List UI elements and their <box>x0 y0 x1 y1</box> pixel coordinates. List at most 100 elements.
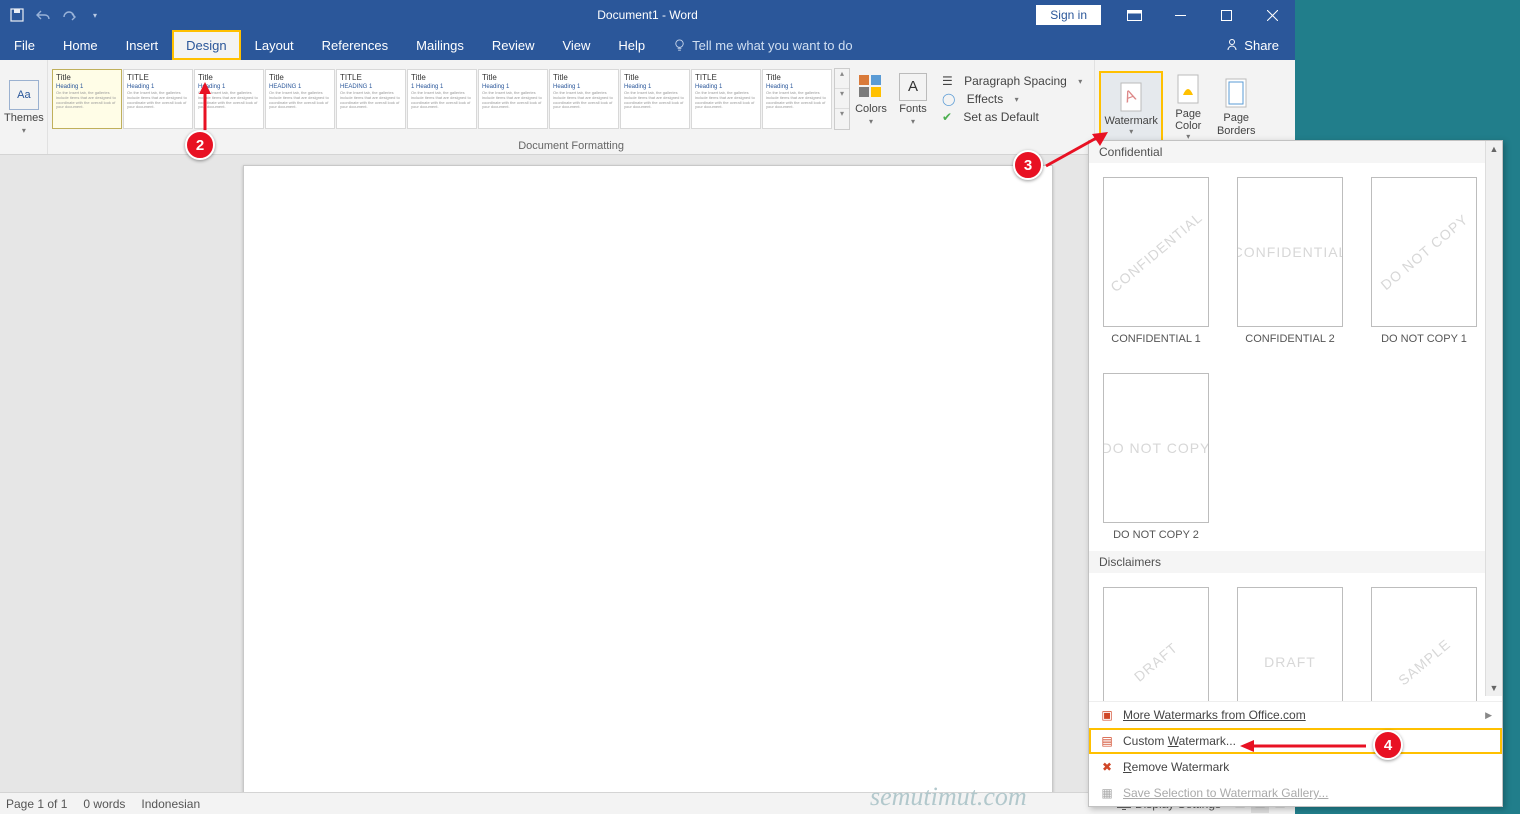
tab-view[interactable]: View <box>548 30 604 60</box>
tab-layout[interactable]: Layout <box>241 30 308 60</box>
arrow-annotation-2 <box>195 82 215 132</box>
themes-icon: Aa <box>9 80 39 110</box>
style-gallery-item[interactable]: TITLEHEADING 1On the Insert tab, the gal… <box>336 69 406 129</box>
tell-me-search[interactable]: Tell me what you want to do <box>659 30 852 60</box>
fonts-label: Fonts <box>899 103 927 115</box>
style-gallery-item[interactable]: TITLEHeading 1On the Insert tab, the gal… <box>691 69 761 129</box>
chevron-down-icon: ▾ <box>869 117 873 126</box>
lightbulb-icon <box>673 39 686 52</box>
share-icon <box>1225 38 1239 52</box>
callout-4: 4 <box>1373 730 1403 760</box>
title-bar: ▾ Document1 - Word Sign in <box>0 0 1295 30</box>
status-language[interactable]: Indonesian <box>141 797 200 811</box>
tab-mailings[interactable]: Mailings <box>402 30 478 60</box>
chevron-down-icon: ▾ <box>1078 77 1082 86</box>
page-borders-icon <box>1223 77 1249 112</box>
colors-button[interactable]: Colors ▾ <box>850 73 892 126</box>
save-selection-icon: ▦ <box>1099 785 1115 801</box>
page-color-label: Page Color <box>1175 108 1201 132</box>
document-title: Document1 - Word <box>597 8 697 22</box>
gallery-more-icon[interactable]: ▾ <box>835 109 849 129</box>
paragraph-spacing-icon: ☰ <box>942 74 953 88</box>
watermark-icon: A <box>1116 79 1146 115</box>
document-formatting-options: ☰ Paragraph Spacing ▾ ◯ Effects ▾ ✔ Set … <box>934 74 1090 124</box>
ribbon-tabs: File Home Insert Design Layout Reference… <box>0 30 1295 60</box>
share-button[interactable]: Share <box>1209 30 1295 60</box>
tab-home[interactable]: Home <box>49 30 112 60</box>
gallery-scroll[interactable]: ▴ ▾ ▾ <box>834 68 850 130</box>
remove-watermark-item[interactable]: ✖ Remove Watermark <box>1089 754 1502 780</box>
checkmark-icon: ✔ <box>942 110 952 124</box>
style-gallery-item[interactable]: TitleHeading 1On the Insert tab, the gal… <box>762 69 832 129</box>
undo-icon[interactable] <box>34 6 52 24</box>
page-borders-label: Page Borders <box>1217 112 1256 136</box>
watermark-gallery-item[interactable]: DO NOT COPYDO NOT COPY 2 <box>1103 373 1209 541</box>
remove-watermark-icon: ✖ <box>1099 759 1115 775</box>
status-page[interactable]: Page 1 of 1 <box>6 797 67 811</box>
effects-button[interactable]: ◯ Effects ▾ <box>942 92 1082 106</box>
section-header-confidential: Confidential <box>1089 141 1502 163</box>
share-label: Share <box>1244 38 1279 53</box>
watermark-gallery-item[interactable]: CONFIDENTIALCONFIDENTIAL 1 <box>1103 177 1209 345</box>
tab-references[interactable]: References <box>308 30 402 60</box>
style-gallery-item[interactable]: Title1 Heading 1On the Insert tab, the g… <box>407 69 477 129</box>
redo-icon[interactable] <box>60 6 78 24</box>
gallery-up-icon[interactable]: ▴ <box>835 69 849 89</box>
arrow-annotation-3 <box>1044 130 1114 170</box>
gallery-down-icon[interactable]: ▾ <box>835 89 849 109</box>
custom-watermark-icon: ▤ <box>1099 733 1115 749</box>
set-default-button[interactable]: ✔ Set as Default <box>942 110 1082 124</box>
quick-access-toolbar: ▾ <box>0 6 112 24</box>
themes-button[interactable]: Aa Themes ▾ <box>4 80 44 135</box>
panel-scrollbar[interactable]: ▲ ▼ <box>1485 141 1502 696</box>
page-color-button[interactable]: Page Color ▾ <box>1165 73 1211 141</box>
arrow-annotation-4 <box>1240 738 1370 754</box>
fonts-button[interactable]: A Fonts ▾ <box>892 73 934 126</box>
colors-icon <box>857 73 885 101</box>
paragraph-spacing-button[interactable]: ☰ Paragraph Spacing ▾ <box>942 74 1082 88</box>
minimize-icon[interactable] <box>1157 0 1203 30</box>
style-gallery-item[interactable]: TitleHeading 1On the Insert tab, the gal… <box>52 69 122 129</box>
watermark-gallery-item[interactable]: DO NOT COPYDO NOT COPY 1 <box>1371 177 1477 345</box>
style-gallery-item[interactable]: TitleHeading 1On the Insert tab, the gal… <box>620 69 690 129</box>
maximize-icon[interactable] <box>1203 0 1249 30</box>
tab-file[interactable]: File <box>0 30 49 60</box>
style-gallery-item[interactable]: TitleHEADING 1On the Insert tab, the gal… <box>265 69 335 129</box>
page-color-icon <box>1175 73 1201 108</box>
more-watermarks-item[interactable]: ▣ More Watermarks from Office.com ▶ <box>1089 702 1502 728</box>
style-gallery-item[interactable]: TitleHeading 1On the Insert tab, the gal… <box>478 69 548 129</box>
document-page[interactable] <box>243 165 1053 792</box>
scroll-down-icon[interactable]: ▼ <box>1486 680 1502 696</box>
chevron-down-icon: ▾ <box>1129 127 1133 136</box>
chevron-down-icon: ▾ <box>22 126 26 135</box>
callout-2: 2 <box>185 130 215 160</box>
style-gallery-item[interactable]: TitleHeading 1On the Insert tab, the gal… <box>549 69 619 129</box>
office-icon: ▣ <box>1099 707 1115 723</box>
style-gallery[interactable]: TitleHeading 1On the Insert tab, the gal… <box>52 69 832 129</box>
tab-help[interactable]: Help <box>604 30 659 60</box>
save-icon[interactable] <box>8 6 26 24</box>
ribbon-display-icon[interactable] <box>1111 0 1157 30</box>
themes-label: Themes <box>4 112 44 124</box>
scroll-up-icon[interactable]: ▲ <box>1486 141 1502 157</box>
watermark-gallery-item[interactable]: CONFIDENTIALCONFIDENTIAL 2 <box>1237 177 1343 345</box>
tab-review[interactable]: Review <box>478 30 549 60</box>
effects-icon: ◯ <box>942 92 955 106</box>
qat-dropdown-icon[interactable]: ▾ <box>86 6 104 24</box>
site-watermark: semutimut.com <box>870 782 1027 812</box>
save-selection-item: ▦ Save Selection to Watermark Gallery... <box>1089 780 1502 806</box>
chevron-down-icon: ▾ <box>911 117 915 126</box>
callout-3: 3 <box>1013 150 1043 180</box>
tab-insert[interactable]: Insert <box>112 30 173 60</box>
close-icon[interactable] <box>1249 0 1295 30</box>
tab-design[interactable]: Design <box>172 30 240 60</box>
watermark-label: Watermark <box>1105 115 1158 127</box>
chevron-right-icon: ▶ <box>1485 710 1492 721</box>
group-themes: Aa Themes ▾ <box>0 60 48 154</box>
style-gallery-item[interactable]: TITLEHeading 1On the Insert tab, the gal… <box>123 69 193 129</box>
status-words[interactable]: 0 words <box>83 797 125 811</box>
watermark-dropdown-panel: Confidential CONFIDENTIALCONFIDENTIAL 1 C… <box>1088 140 1503 807</box>
page-borders-button[interactable]: Page Borders <box>1213 77 1259 136</box>
tell-me-placeholder: Tell me what you want to do <box>692 38 852 53</box>
sign-in-button[interactable]: Sign in <box>1036 5 1101 25</box>
